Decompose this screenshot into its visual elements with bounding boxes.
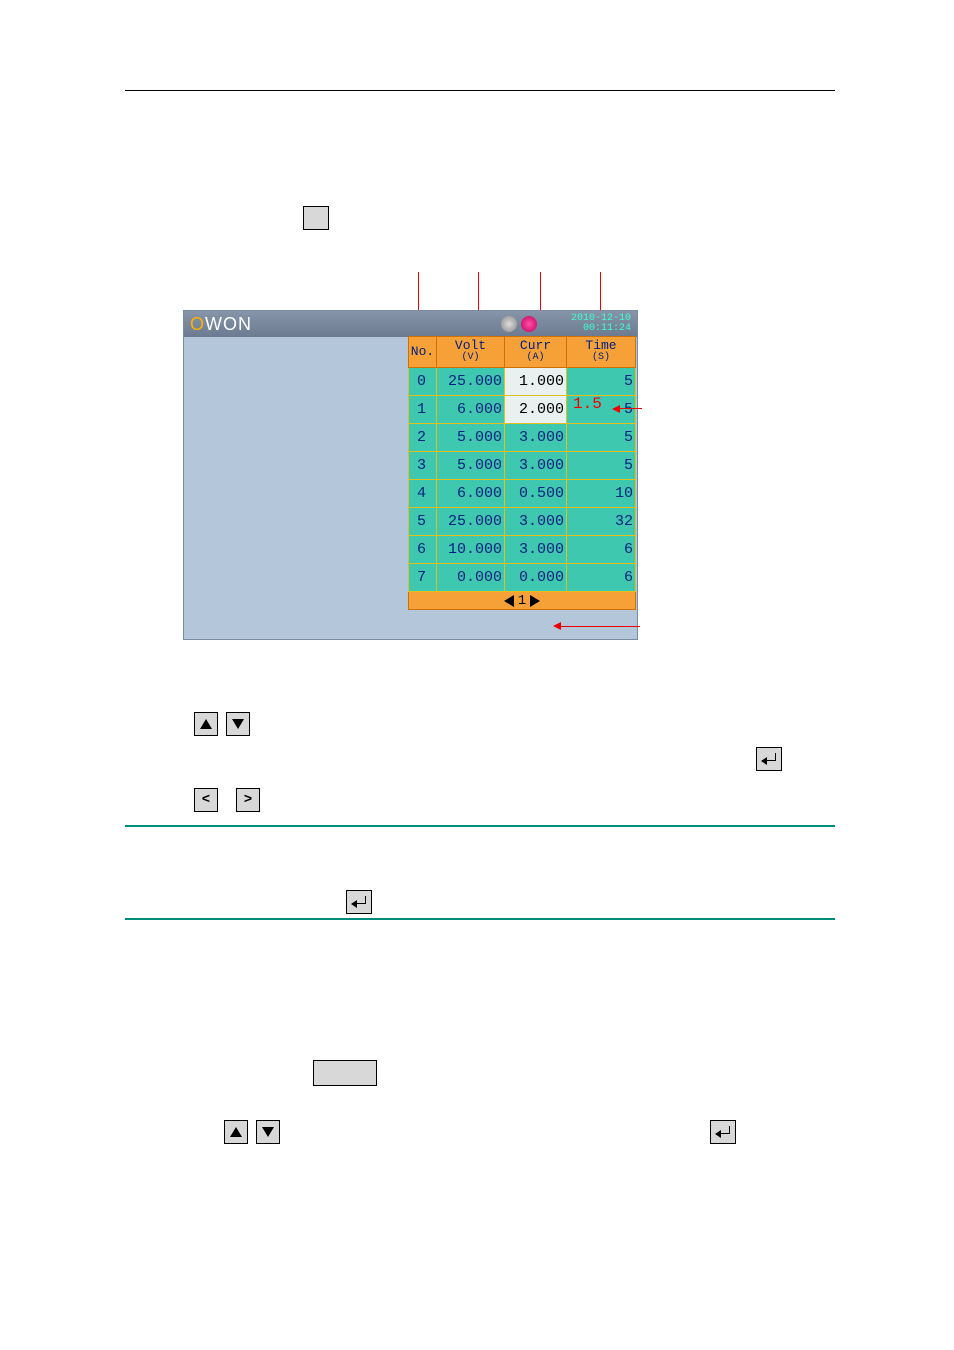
page-number: 1 <box>518 593 526 609</box>
cell-c: 0.000 <box>505 564 567 591</box>
logo-text: WON <box>205 314 252 334</box>
col-time: Time(S) <box>567 337 635 367</box>
parameter-table: No. Volt(V) Curr(A) Time(S) 025.0001.000… <box>408 336 636 610</box>
down-key[interactable] <box>226 712 250 736</box>
return-icon <box>352 896 366 908</box>
divider <box>125 90 835 91</box>
cell-t: 6 <box>567 536 635 563</box>
cell-no: 7 <box>409 564 437 591</box>
pager[interactable]: 1 <box>408 592 636 610</box>
cell-t: 10 <box>567 480 635 507</box>
cell-no: 6 <box>409 536 437 563</box>
cell-t: 5 <box>567 452 635 479</box>
cell-v: 25.000 <box>437 368 505 395</box>
table-row[interactable]: 525.0003.00032 <box>408 508 636 536</box>
cell-t: 5 <box>567 424 635 451</box>
right-key[interactable]: > <box>236 788 260 812</box>
return-icon <box>762 753 776 765</box>
page-prev-icon[interactable] <box>504 595 514 607</box>
col-no: No. <box>409 337 437 367</box>
less-than-icon: < <box>202 792 210 808</box>
table-row[interactable]: 46.0000.50010 <box>408 480 636 508</box>
left-key[interactable]: < <box>194 788 218 812</box>
divider <box>125 825 835 827</box>
chevron-up-icon <box>200 719 212 729</box>
up-key[interactable] <box>194 712 218 736</box>
title-bar: OWON 2010-12-10 00:11:24 <box>184 311 637 337</box>
device-screen: OWON 2010-12-10 00:11:24 No. Volt(V) Cur… <box>183 310 638 640</box>
cell-c: 3.000 <box>505 424 567 451</box>
cell-t: 5 <box>567 368 635 395</box>
time-text: 00:11:24 <box>571 324 631 334</box>
edit-value-annotation: 1.5 <box>573 395 602 413</box>
cell-v: 5.000 <box>437 424 505 451</box>
page-next-icon[interactable] <box>530 595 540 607</box>
chevron-down-icon <box>262 1127 274 1137</box>
cell-c: 0.500 <box>505 480 567 507</box>
table-header: No. Volt(V) Curr(A) Time(S) <box>408 336 636 368</box>
down-key[interactable] <box>256 1120 280 1144</box>
cell-v: 5.000 <box>437 452 505 479</box>
annotation-line <box>618 408 642 409</box>
logo-letter: O <box>190 314 205 334</box>
cell-c: 1.000 <box>505 368 567 395</box>
table-row[interactable]: 610.0003.0006 <box>408 536 636 564</box>
up-key[interactable] <box>224 1120 248 1144</box>
col-curr: Curr(A) <box>505 337 567 367</box>
enter-key[interactable] <box>756 747 782 771</box>
cell-v: 25.000 <box>437 508 505 535</box>
greater-than-icon: > <box>244 792 252 808</box>
col-volt: Volt(V) <box>437 337 505 367</box>
speaker-icon <box>501 316 517 332</box>
enter-key[interactable] <box>346 890 372 914</box>
cell-no: 2 <box>409 424 437 451</box>
logo: OWON <box>190 314 252 335</box>
cell-no: 3 <box>409 452 437 479</box>
table-row[interactable]: 35.0003.0005 <box>408 452 636 480</box>
key-placeholder-wide <box>313 1060 377 1086</box>
titlebar-icons <box>501 316 537 332</box>
cell-v: 0.000 <box>437 564 505 591</box>
chevron-down-icon <box>232 719 244 729</box>
record-icon <box>521 316 537 332</box>
cell-v: 10.000 <box>437 536 505 563</box>
table-row[interactable]: 25.0003.0005 <box>408 424 636 452</box>
cell-c: 3.000 <box>505 508 567 535</box>
cell-t: 6 <box>567 564 635 591</box>
table-row[interactable]: 70.0000.0006 <box>408 564 636 592</box>
cell-c: 2.000 <box>505 396 567 423</box>
cell-v: 6.000 <box>437 480 505 507</box>
table-row[interactable]: 025.0001.0005 <box>408 368 636 396</box>
cell-no: 0 <box>409 368 437 395</box>
cell-c: 3.000 <box>505 536 567 563</box>
annotation-line <box>560 626 640 627</box>
key-placeholder <box>303 206 329 230</box>
cell-v: 6.000 <box>437 396 505 423</box>
cell-t: 32 <box>567 508 635 535</box>
enter-key[interactable] <box>710 1120 736 1144</box>
return-icon <box>716 1126 730 1138</box>
cell-no: 4 <box>409 480 437 507</box>
cell-no: 1 <box>409 396 437 423</box>
cell-c: 3.000 <box>505 452 567 479</box>
chevron-up-icon <box>230 1127 242 1137</box>
datetime: 2010-12-10 00:11:24 <box>571 311 631 337</box>
annotation-arrow-icon <box>612 405 620 413</box>
cell-no: 5 <box>409 508 437 535</box>
divider <box>125 918 835 920</box>
